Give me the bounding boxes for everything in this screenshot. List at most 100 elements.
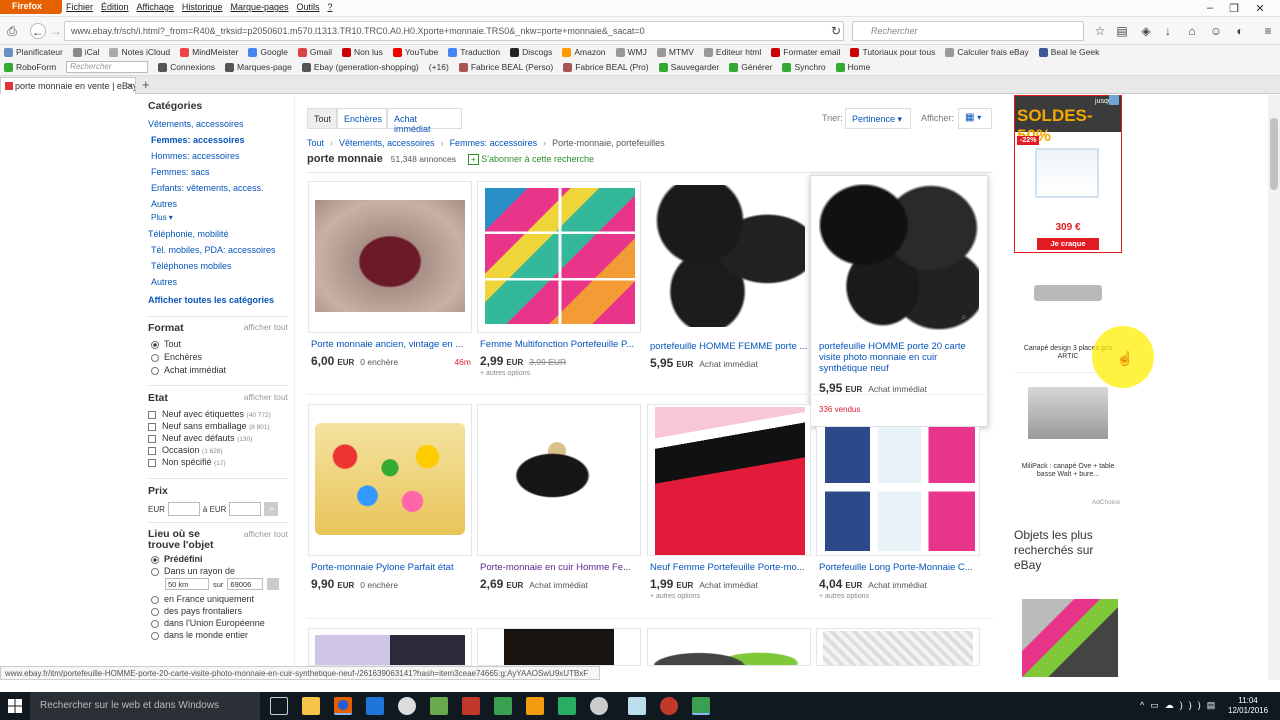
menu-help[interactable]: ?	[328, 2, 333, 12]
bookmark-item[interactable]: Formater email	[771, 47, 840, 57]
file-explorer-icon[interactable]	[302, 697, 320, 715]
show-all-link[interactable]: afficher tout	[244, 392, 288, 404]
breadcrumb-link[interactable]: Tout	[307, 138, 324, 148]
tab-close-icon[interactable]: ✕	[126, 81, 134, 92]
etat-option[interactable]: Neuf avec étiquettes (40 772)	[148, 409, 288, 419]
bookmark-item[interactable]: Amazon	[562, 47, 606, 57]
bookmark-item[interactable]: Sauvegarder	[658, 62, 719, 72]
hamburger-menu-icon[interactable]: ≡	[1260, 23, 1276, 39]
app-icon[interactable]	[660, 697, 678, 715]
browser-search-input[interactable]: Rechercher	[852, 21, 1084, 41]
show-all-link[interactable]: afficher tout	[244, 529, 288, 551]
category-link[interactable]: Autres	[151, 199, 288, 209]
location-option[interactable]: Prédéfini	[148, 554, 288, 564]
ad-banner-soldes[interactable]: jusqu'à SOLDES-50% -22% 309 € Je craque	[1014, 95, 1122, 253]
filter-achat-button[interactable]: Achat immédiat	[387, 108, 462, 134]
listing-card[interactable]	[477, 628, 641, 666]
filter-encheres-button[interactable]: Enchères	[337, 108, 387, 129]
bookmark-item[interactable]: YouTube	[392, 47, 438, 57]
listing-image[interactable]	[655, 185, 805, 327]
listing-card[interactable]	[816, 427, 980, 556]
download-icon[interactable]: ↓	[1160, 23, 1176, 39]
listing-image[interactable]	[819, 184, 979, 330]
home-icon[interactable]: ⌂	[1184, 23, 1200, 39]
bookmark-item[interactable]: Ebay (generation-shopping)	[301, 62, 419, 72]
task-view-icon[interactable]	[270, 697, 288, 715]
listing-title[interactable]: Portefeuille Long Porte-Monnaie C...	[819, 562, 979, 573]
bookmark-item[interactable]: Tutoriaux pour tous	[850, 47, 935, 57]
listing-image[interactable]	[655, 407, 805, 555]
breadcrumb-link[interactable]: Vêtements, accessoires	[339, 138, 435, 148]
bookmark-item[interactable]: Connexions	[158, 62, 215, 72]
category-link[interactable]: Vêtements, accessoires	[148, 119, 288, 129]
bookmark-item[interactable]: Fabrice BEAL (Pro)	[563, 62, 649, 72]
close-icon[interactable]: ✕	[1250, 2, 1270, 15]
firefox-menu-button[interactable]: Firefox	[0, 0, 62, 14]
format-option[interactable]: Tout	[148, 339, 288, 349]
listing-title[interactable]: portefeuille HOMME FEMME porte ...	[650, 341, 810, 352]
location-option[interactable]: Dans un rayon de	[148, 566, 288, 576]
new-tab-icon[interactable]: +	[142, 77, 150, 92]
print-icon[interactable]: ⎙	[4, 23, 20, 39]
filter-tout-button[interactable]: Tout	[307, 108, 337, 129]
adchoice-icon[interactable]	[1109, 95, 1119, 105]
bookmark-item[interactable]: Beal le Geek	[1038, 47, 1099, 57]
roboform-search-input[interactable]: Rechercher	[66, 61, 149, 73]
bookmark-item[interactable]: Générer	[729, 62, 772, 72]
price-max-input[interactable]	[229, 502, 262, 516]
menu-fichier[interactable]: Fichier	[66, 2, 93, 12]
zoom-icon[interactable]: ⌕	[961, 312, 967, 323]
forward-icon[interactable]: →	[48, 23, 64, 39]
bookmark-item[interactable]: Planificateur	[4, 47, 63, 57]
reload-icon[interactable]: ↻	[828, 23, 844, 39]
category-link[interactable]: Autres	[151, 277, 288, 287]
listing-image[interactable]	[504, 629, 614, 665]
breadcrumb-link[interactable]: Femmes: accessoires	[450, 138, 538, 148]
app-icon[interactable]	[462, 697, 480, 715]
bookmark-item[interactable]: MTMV	[656, 47, 694, 57]
radius-select[interactable]: 50 km	[165, 578, 209, 590]
category-link[interactable]: Tél. mobiles, PDA: accessoires	[151, 245, 288, 255]
listing-image[interactable]	[315, 635, 465, 665]
listing-card[interactable]	[477, 181, 641, 333]
listing-card[interactable]	[647, 628, 811, 666]
sort-select[interactable]: Pertinence ▾	[845, 108, 911, 129]
ad-milipack[interactable]: MiliPack : canapé Ove + table basse Walt…	[1014, 373, 1122, 501]
addon-icon[interactable]: ◐	[1232, 23, 1248, 39]
category-link-selected[interactable]: Femmes: accessoires	[151, 135, 288, 145]
app-icon[interactable]	[526, 697, 544, 715]
listing-card[interactable]	[477, 404, 641, 556]
firefox-taskbar-icon[interactable]	[334, 697, 352, 715]
listing-image[interactable]	[315, 200, 465, 312]
listing-card[interactable]	[647, 181, 811, 333]
menu-affichage[interactable]: Affichage	[137, 2, 174, 12]
listing-title[interactable]: portefeuille HOMME porte 20 carte visite…	[819, 341, 979, 374]
pocket-icon[interactable]: ◈	[1138, 23, 1154, 39]
app-icon[interactable]	[494, 697, 512, 715]
postcode-input[interactable]: 69006	[227, 578, 264, 590]
listing-title[interactable]: Femme Multifonction Portefeuille P...	[480, 339, 640, 350]
category-link[interactable]: Téléphones mobiles	[151, 261, 288, 271]
bookmark-item[interactable]: Calculer frais eBay	[945, 47, 1029, 57]
url-bar[interactable]: www.ebay.fr/sch/i.html?_from=R40&_trksid…	[64, 21, 844, 41]
listing-image[interactable]	[485, 188, 635, 324]
bookmark-item[interactable]: MindMeister	[180, 47, 238, 57]
taskbar-search-input[interactable]: Rechercher sur le web et dans Windows	[30, 692, 260, 720]
listing-card[interactable]	[308, 181, 472, 333]
menu-marque-pages[interactable]: Marque-pages	[230, 2, 288, 12]
edge-icon[interactable]	[366, 697, 384, 715]
listing-card[interactable]	[308, 404, 472, 556]
location-option[interactable]: en France uniquement	[148, 594, 288, 604]
etat-option[interactable]: Occasion (1 628)	[148, 445, 288, 455]
menu-historique[interactable]: Historique	[182, 2, 223, 12]
menu-edition[interactable]: Édition	[101, 2, 129, 12]
bookmark-item[interactable]: Notes iCloud	[109, 47, 170, 57]
location-submit-button[interactable]	[267, 578, 280, 590]
browser-tab[interactable]: porte monnaie en vente | eBay ✕	[0, 77, 136, 94]
subscribe-search-link[interactable]: + S'abonner à cette recherche	[468, 154, 594, 165]
category-link[interactable]: Hommes: accessoires	[151, 151, 288, 161]
bookmark-item[interactable]: Synchro	[782, 62, 826, 72]
etat-option[interactable]: Neuf avec défauts (130)	[148, 433, 288, 443]
show-all-categories-link[interactable]: Afficher toutes les catégories	[148, 295, 288, 305]
app-icon[interactable]	[692, 697, 710, 715]
